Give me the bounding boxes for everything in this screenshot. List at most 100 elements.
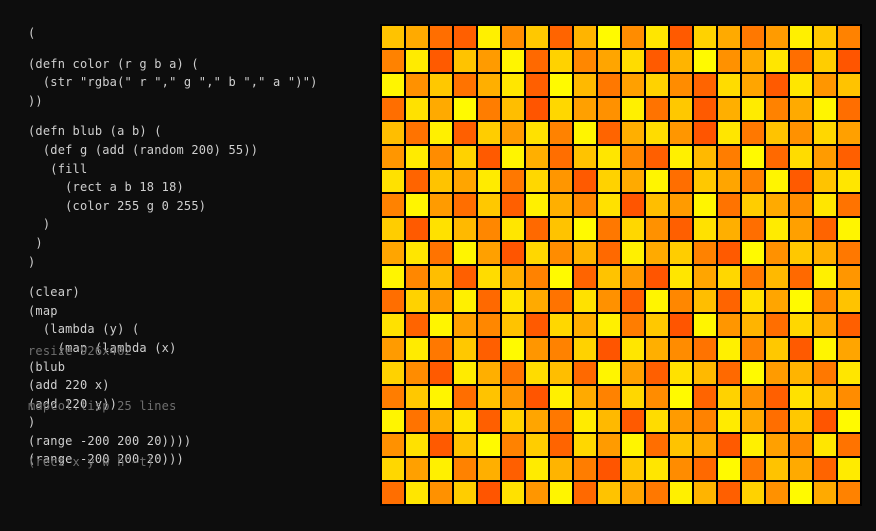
heatmap-cell	[430, 482, 452, 504]
heatmap-cell	[406, 242, 428, 264]
code-line[interactable]: (color 255 g 0 255)	[28, 197, 368, 216]
heatmap-cell	[454, 50, 476, 72]
heatmap-cell	[382, 98, 404, 120]
heatmap-cell	[526, 74, 548, 96]
heatmap-cell	[502, 146, 524, 168]
heatmap-cell	[694, 266, 716, 288]
heatmap-cell	[574, 122, 596, 144]
heatmap-cell	[646, 362, 668, 384]
heatmap-cell	[646, 122, 668, 144]
heatmap-cell	[430, 410, 452, 432]
heatmap-cell	[742, 218, 764, 240]
heatmap-cell	[718, 218, 740, 240]
heatmap-cell	[838, 482, 860, 504]
code-line[interactable]: (	[28, 24, 368, 43]
heatmap-cell	[742, 482, 764, 504]
code-line[interactable]: (rect a b 18 18)	[28, 178, 368, 197]
heatmap-cell	[550, 74, 572, 96]
heatmap-cell	[598, 314, 620, 336]
heatmap-cell	[646, 194, 668, 216]
heatmap-cell	[790, 386, 812, 408]
heatmap-cell	[694, 146, 716, 168]
heatmap-cell	[766, 410, 788, 432]
code-line[interactable]: ))	[28, 92, 368, 111]
heatmap-cell	[694, 74, 716, 96]
code-line[interactable]: (def g (add (random 200) 55))	[28, 141, 368, 160]
heatmap-cell	[838, 242, 860, 264]
code-line[interactable]	[28, 271, 368, 283]
heatmap-cell	[478, 194, 500, 216]
heatmap-cell	[718, 482, 740, 504]
code-line[interactable]: (str "rgba(" r "," g "," b "," a ")")	[28, 73, 368, 92]
heatmap-cell	[646, 434, 668, 456]
code-line[interactable]	[28, 43, 368, 55]
heatmap-cell	[766, 242, 788, 264]
heatmap-cell	[478, 434, 500, 456]
heatmap-cell	[670, 122, 692, 144]
heatmap-cell	[838, 74, 860, 96]
heatmap-cell	[550, 194, 572, 216]
heatmap-cell	[598, 26, 620, 48]
heatmap-cell	[742, 314, 764, 336]
code-line[interactable]: (clear)	[28, 283, 368, 302]
heatmap-cell	[382, 386, 404, 408]
heatmap-cell	[694, 410, 716, 432]
heatmap-cell	[718, 74, 740, 96]
heatmap-cell	[646, 410, 668, 432]
heatmap-cell	[574, 386, 596, 408]
heatmap-cell	[718, 338, 740, 360]
heatmap-cell	[838, 314, 860, 336]
heatmap-cell	[694, 194, 716, 216]
code-line[interactable]: )	[28, 215, 368, 234]
heatmap-cell	[550, 290, 572, 312]
heatmap-cell	[670, 170, 692, 192]
heatmap-cell	[838, 362, 860, 384]
heatmap-cell	[526, 194, 548, 216]
heatmap-cell	[598, 458, 620, 480]
heatmap-cell	[694, 290, 716, 312]
code-line[interactable]: )	[28, 234, 368, 253]
heatmap-cell	[766, 314, 788, 336]
heatmap-cell	[814, 410, 836, 432]
heatmap-cell	[670, 74, 692, 96]
heatmap-cell	[718, 170, 740, 192]
heatmap-cell	[694, 218, 716, 240]
heatmap-cell	[622, 410, 644, 432]
heatmap-cell	[694, 98, 716, 120]
code-line[interactable]: )	[28, 253, 368, 272]
heatmap-cell	[454, 386, 476, 408]
heatmap-cell	[622, 242, 644, 264]
heatmap-cell	[430, 146, 452, 168]
code-line[interactable]: (defn color (r g b a) (	[28, 55, 368, 74]
heatmap-cell	[598, 50, 620, 72]
heatmap-cell	[382, 26, 404, 48]
status-resize: resize 926x462	[28, 342, 177, 361]
heatmap-cell	[382, 362, 404, 384]
heatmap-cell	[382, 314, 404, 336]
code-line[interactable]	[28, 110, 368, 122]
heatmap-cell	[718, 194, 740, 216]
heatmap-cell	[502, 338, 524, 360]
heatmap-cell	[646, 314, 668, 336]
code-line[interactable]: (defn blub (a b) (	[28, 122, 368, 141]
heatmap-cell	[478, 338, 500, 360]
heatmap-cell	[670, 458, 692, 480]
heatmap-cell	[718, 434, 740, 456]
code-line[interactable]: (fill	[28, 160, 368, 179]
heatmap-cell	[550, 362, 572, 384]
heatmap-cell	[742, 290, 764, 312]
heatmap-cell	[814, 146, 836, 168]
heatmap-cell	[622, 146, 644, 168]
heatmap-cell	[574, 338, 596, 360]
heatmap-cell	[598, 74, 620, 96]
heatmap-cell	[670, 146, 692, 168]
heatmap-cell	[430, 50, 452, 72]
heatmap-cell	[598, 122, 620, 144]
heatmap-cell	[598, 386, 620, 408]
heatmap-cell	[526, 410, 548, 432]
heatmap-cell	[622, 194, 644, 216]
heatmap-cell	[454, 218, 476, 240]
heatmap-cell	[502, 482, 524, 504]
heatmap-cell	[502, 314, 524, 336]
heatmap-cell	[790, 74, 812, 96]
